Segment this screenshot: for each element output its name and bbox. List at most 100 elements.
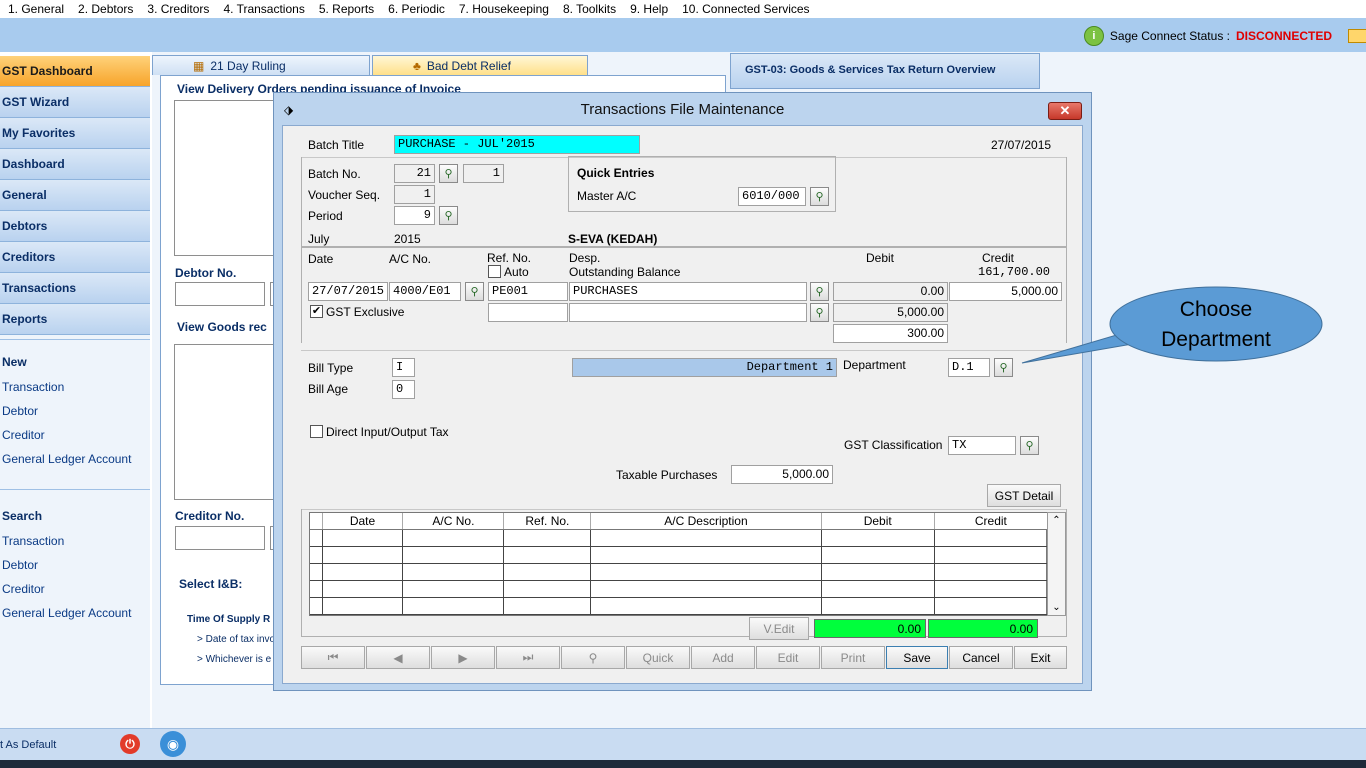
entry-desp-lookup-icon[interactable]: ⚲ [810, 282, 829, 301]
add-button[interactable]: Add [691, 646, 755, 669]
entry-ref-input[interactable]: PE001 [488, 282, 568, 301]
cancel-button[interactable]: Cancel [949, 646, 1013, 669]
entry-date-input[interactable]: 27/07/2015 [308, 282, 388, 301]
extra-desp-input[interactable] [569, 303, 807, 322]
tab-21-day-ruling[interactable]: ▦ 21 Day Ruling [152, 55, 370, 75]
menu-creditors[interactable]: 3. Creditors [147, 2, 209, 16]
exit-button[interactable]: Exit [1014, 646, 1067, 669]
power-icon[interactable]: ⏻ [120, 734, 140, 754]
gst-amount-input[interactable]: 5,000.00 [833, 303, 948, 322]
scroll-up-icon[interactable]: ⌃ [1052, 515, 1060, 526]
print-button[interactable]: Print [821, 646, 885, 669]
sidebar-item-gst-dashboard[interactable]: GST Dashboard [0, 56, 150, 87]
direct-io-checkbox[interactable] [310, 425, 323, 438]
menu-toolkits[interactable]: 8. Toolkits [563, 2, 616, 16]
sidebar-item-gst-wizard[interactable]: GST Wizard [0, 87, 150, 118]
sidebar-new-transaction[interactable]: Transaction [0, 375, 150, 399]
department-code-input[interactable]: D.1 [948, 358, 990, 377]
master-ac-input[interactable]: 6010/000 [738, 187, 806, 206]
auto-checkbox[interactable] [488, 265, 501, 278]
menu-periodic[interactable]: 6. Periodic [388, 2, 445, 16]
scroll-down-icon[interactable]: ⌄ [1052, 602, 1060, 613]
sidebar-search-transaction[interactable]: Transaction [0, 529, 150, 553]
menu-debtors[interactable]: 2. Debtors [78, 2, 133, 16]
close-button[interactable]: ✕ [1048, 102, 1082, 120]
quick-button[interactable]: Quick [626, 646, 690, 669]
grid-header-credit: Credit [934, 513, 1049, 530]
tax-amount-input[interactable]: 300.00 [833, 324, 948, 343]
table-row[interactable] [310, 546, 1049, 564]
table-row[interactable] [310, 529, 1049, 547]
grid-scrollbar[interactable]: ⌃ ⌄ [1047, 512, 1066, 616]
table-row[interactable] [310, 597, 1049, 615]
table-row[interactable] [310, 563, 1049, 581]
batch-no-2-input[interactable]: 1 [463, 164, 504, 183]
entry-ac-input[interactable]: 4000/E01 [389, 282, 461, 301]
sidebar-item-reports[interactable]: Reports [0, 304, 150, 335]
extra-ref-input[interactable] [488, 303, 568, 322]
menu-connected-services[interactable]: 10. Connected Services [682, 2, 809, 16]
entry-ac-lookup-icon[interactable]: ⚲ [465, 282, 484, 301]
next-record-button[interactable]: ▶ [431, 646, 495, 669]
department-lookup-icon[interactable]: ⚲ [994, 358, 1013, 377]
bill-age-input[interactable]: 0 [392, 380, 415, 399]
gst-classification-input[interactable]: TX [948, 436, 1016, 455]
sidebar-new-gl-account[interactable]: General Ledger Account [0, 447, 150, 471]
sidebar-new-debtor[interactable]: Debtor [0, 399, 150, 423]
menu-transactions[interactable]: 4. Transactions [223, 2, 304, 16]
batch-no-lookup-icon[interactable]: ⚲ [439, 164, 458, 183]
save-button[interactable]: Save [886, 646, 948, 669]
sidebar-item-dashboard[interactable]: Dashboard [0, 149, 150, 180]
vedit-button[interactable]: V.Edit [749, 617, 809, 640]
taxable-purchases-input[interactable]: 5,000.00 [731, 465, 833, 484]
voucher-seq-input[interactable]: 1 [394, 185, 435, 204]
gst-03-overview[interactable]: GST-03: Goods & Services Tax Return Over… [730, 53, 1040, 89]
transactions-grid[interactable]: Date A/C No. Ref. No. A/C Description De… [309, 512, 1049, 616]
envelope-icon[interactable] [1348, 29, 1366, 43]
rss-icon[interactable]: ◉ [160, 731, 186, 757]
gst-classification-lookup-icon[interactable]: ⚲ [1020, 436, 1039, 455]
entry-desp-input[interactable]: PURCHASES [569, 282, 807, 301]
edit-button[interactable]: Edit [756, 646, 820, 669]
sidebar-item-my-favorites[interactable]: My Favorites [0, 118, 150, 149]
period-input[interactable]: 9 [394, 206, 435, 225]
batch-no-input[interactable]: 21 [394, 164, 435, 183]
creditor-no-label: Creditor No. [175, 509, 245, 523]
sidebar-new-creditor[interactable]: Creditor [0, 423, 150, 447]
transactions-dialog: Transactions File Maintenance ⬗ ✕ Batch … [273, 92, 1092, 691]
sidebar-item-transactions[interactable]: Transactions [0, 273, 150, 304]
debtor-no-input[interactable] [175, 282, 265, 306]
company-name: S-EVA (KEDAH) [568, 232, 658, 246]
set-as-default-link[interactable]: t As Default [0, 739, 56, 751]
sidebar-search-debtor[interactable]: Debtor [0, 553, 150, 577]
menu-reports[interactable]: 5. Reports [319, 2, 374, 16]
lookup-button[interactable]: ⚲ [561, 646, 625, 669]
first-record-button[interactable]: ⏮ [301, 646, 365, 669]
gst-detail-button[interactable]: GST Detail [987, 484, 1061, 507]
grid-header-debit: Debit [821, 513, 935, 530]
menu-help[interactable]: 9. Help [630, 2, 668, 16]
taxable-purchases-label: Taxable Purchases [616, 468, 718, 482]
sidebar-search-creditor[interactable]: Creditor [0, 577, 150, 601]
sidebar-item-general[interactable]: General [0, 180, 150, 211]
sidebar-item-creditors[interactable]: Creditors [0, 242, 150, 273]
bill-type-input[interactable]: I [392, 358, 415, 377]
creditor-no-input[interactable] [175, 526, 265, 550]
period-lookup-icon[interactable]: ⚲ [439, 206, 458, 225]
gst-classification-label: GST Classification [844, 438, 943, 452]
menu-housekeeping[interactable]: 7. Housekeeping [459, 2, 549, 16]
sidebar-item-debtors[interactable]: Debtors [0, 211, 150, 242]
master-ac-lookup-icon[interactable]: ⚲ [810, 187, 829, 206]
gst-exclusive-checkbox[interactable]: ✔ [310, 305, 323, 318]
goods-received-title: View Goods rec [177, 320, 267, 334]
tab-bad-debt-relief[interactable]: ♣ Bad Debt Relief [372, 55, 588, 75]
last-record-button[interactable]: ⏭ [496, 646, 560, 669]
batch-title-input[interactable]: PURCHASE - JUL'2015 [394, 135, 640, 154]
menu-general[interactable]: 1. General [8, 2, 64, 16]
prev-record-button[interactable]: ◀ [366, 646, 430, 669]
info-icon: i [1083, 26, 1104, 46]
table-row[interactable] [310, 580, 1049, 598]
extra-desp-lookup-icon[interactable]: ⚲ [810, 303, 829, 322]
sidebar-search-gl-account[interactable]: General Ledger Account [0, 601, 150, 625]
entry-debit-input[interactable]: 0.00 [833, 282, 948, 301]
